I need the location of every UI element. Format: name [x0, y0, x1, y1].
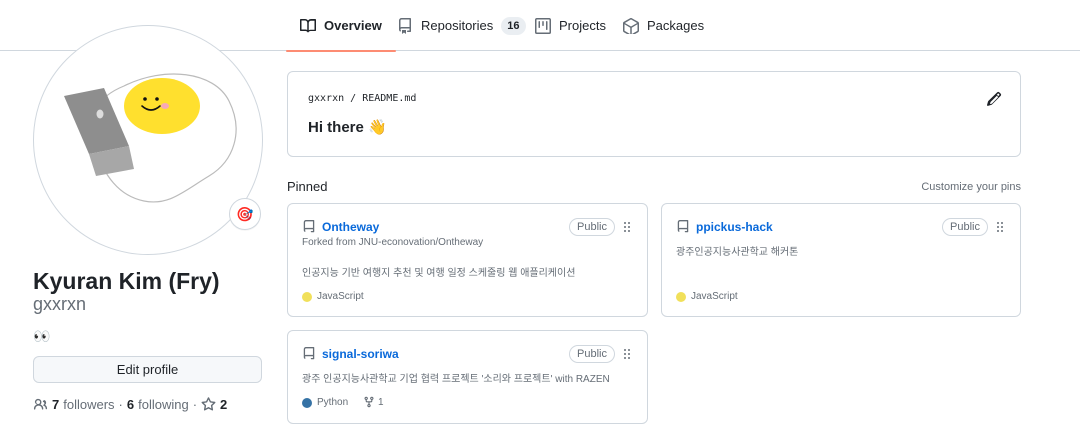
- forked-from-text: Forked from JNU-econovation/Ontheway: [302, 237, 484, 248]
- pinned-card-ontheway: Ontheway Public Forked from JNU-econovat…: [287, 203, 648, 317]
- tab-projects-label: Projects: [559, 18, 606, 33]
- star-icon: [201, 397, 216, 411]
- separator-dot: ·: [118, 397, 123, 412]
- repo-description: 광주 인공지능사관학교 기업 협력 프로젝트 '소리와 프로젝트' with R…: [302, 374, 610, 385]
- following-count: 6: [126, 397, 135, 412]
- project-icon: [535, 17, 551, 34]
- repo-icon: [303, 220, 315, 233]
- stars-count: 2: [220, 397, 228, 412]
- drag-handle-icon[interactable]: [621, 220, 633, 234]
- repo-name-link[interactable]: Ontheway: [322, 220, 379, 234]
- pencil-icon[interactable]: [986, 91, 1002, 107]
- set-status-button[interactable]: 🎯: [229, 198, 261, 230]
- repo-name-link[interactable]: signal-soriwa: [322, 347, 399, 361]
- stars-link[interactable]: 2: [201, 397, 227, 412]
- profile-username: gxxrxn: [33, 294, 87, 314]
- followers-label: followers: [63, 397, 115, 412]
- avatar-illustration: [64, 73, 237, 203]
- forks-link[interactable]: 1: [363, 396, 384, 408]
- readme-file: README.md: [362, 93, 417, 104]
- followers-count: 7: [52, 397, 60, 412]
- language-color-dot: [302, 291, 312, 302]
- people-icon: [33, 398, 48, 410]
- edit-profile-button[interactable]: Edit profile: [33, 356, 262, 383]
- drag-handle-icon[interactable]: [621, 347, 633, 361]
- repo-language: JavaScript: [676, 291, 738, 302]
- visibility-badge: Public: [569, 345, 615, 363]
- tab-projects[interactable]: Projects: [535, 0, 606, 51]
- followers-link[interactable]: 7 followers: [33, 397, 115, 412]
- drag-handle-icon[interactable]: [994, 220, 1006, 234]
- repo-icon: [303, 347, 315, 360]
- fork-icon: [364, 396, 374, 408]
- readme-heading: Hi there 👋: [308, 119, 387, 136]
- repo-icon: [677, 220, 689, 233]
- repo-language: JavaScript: [302, 291, 364, 302]
- language-name: JavaScript: [691, 291, 738, 302]
- status-target-icon: 🎯: [236, 205, 254, 222]
- visibility-badge: Public: [942, 218, 988, 236]
- visibility-badge: Public: [569, 218, 615, 236]
- repositories-count-badge: 16: [501, 16, 526, 35]
- forks-count: 1: [378, 396, 384, 408]
- avatar[interactable]: [33, 25, 263, 255]
- language-name: Python: [317, 397, 349, 408]
- package-icon: [623, 17, 639, 34]
- book-icon: [300, 18, 316, 32]
- repo-description: 인공지능 기반 여행지 추천 및 여행 일정 스케줄링 웹 애플리케이션: [302, 268, 576, 279]
- language-name: JavaScript: [317, 291, 364, 302]
- pinned-heading: Pinned: [287, 179, 328, 194]
- tab-overview-label: Overview: [324, 18, 382, 33]
- following-label: following: [138, 397, 189, 412]
- pinned-card-ppickus-hack: ppickus-hack Public 광주인공지능사관학교 해커톤 JavaS…: [661, 203, 1021, 317]
- following-link[interactable]: 6 following: [127, 397, 189, 412]
- readme-slash: /: [350, 93, 357, 104]
- profile-bio: 👀: [33, 328, 51, 344]
- separator-dot: ·: [192, 397, 198, 412]
- follow-stats: 7 followers · 6 following · 2: [33, 397, 227, 412]
- tab-repositories[interactable]: Repositories 16: [397, 0, 526, 51]
- language-color-dot: [302, 397, 312, 408]
- repo-icon: [398, 17, 411, 34]
- readme-path: gxxrxn / README.md: [308, 93, 416, 104]
- repo-description: 광주인공지능사관학교 해커톤: [676, 247, 799, 258]
- readme-owner: gxxrxn: [308, 93, 345, 104]
- tab-packages[interactable]: Packages: [623, 0, 704, 51]
- language-color-dot: [676, 291, 686, 302]
- repo-name-link[interactable]: ppickus-hack: [696, 220, 773, 234]
- tab-overview[interactable]: Overview: [286, 0, 396, 52]
- pinned-card-signal-soriwa: signal-soriwa Public 광주 인공지능사관학교 기업 협력 프…: [287, 330, 648, 424]
- tab-packages-label: Packages: [647, 18, 705, 33]
- profile-readme: gxxrxn / README.md Hi there 👋: [287, 71, 1021, 157]
- repo-language: Python: [302, 397, 348, 408]
- tab-repositories-label: Repositories: [421, 18, 494, 33]
- customize-pins-link[interactable]: Customize your pins: [921, 181, 1021, 193]
